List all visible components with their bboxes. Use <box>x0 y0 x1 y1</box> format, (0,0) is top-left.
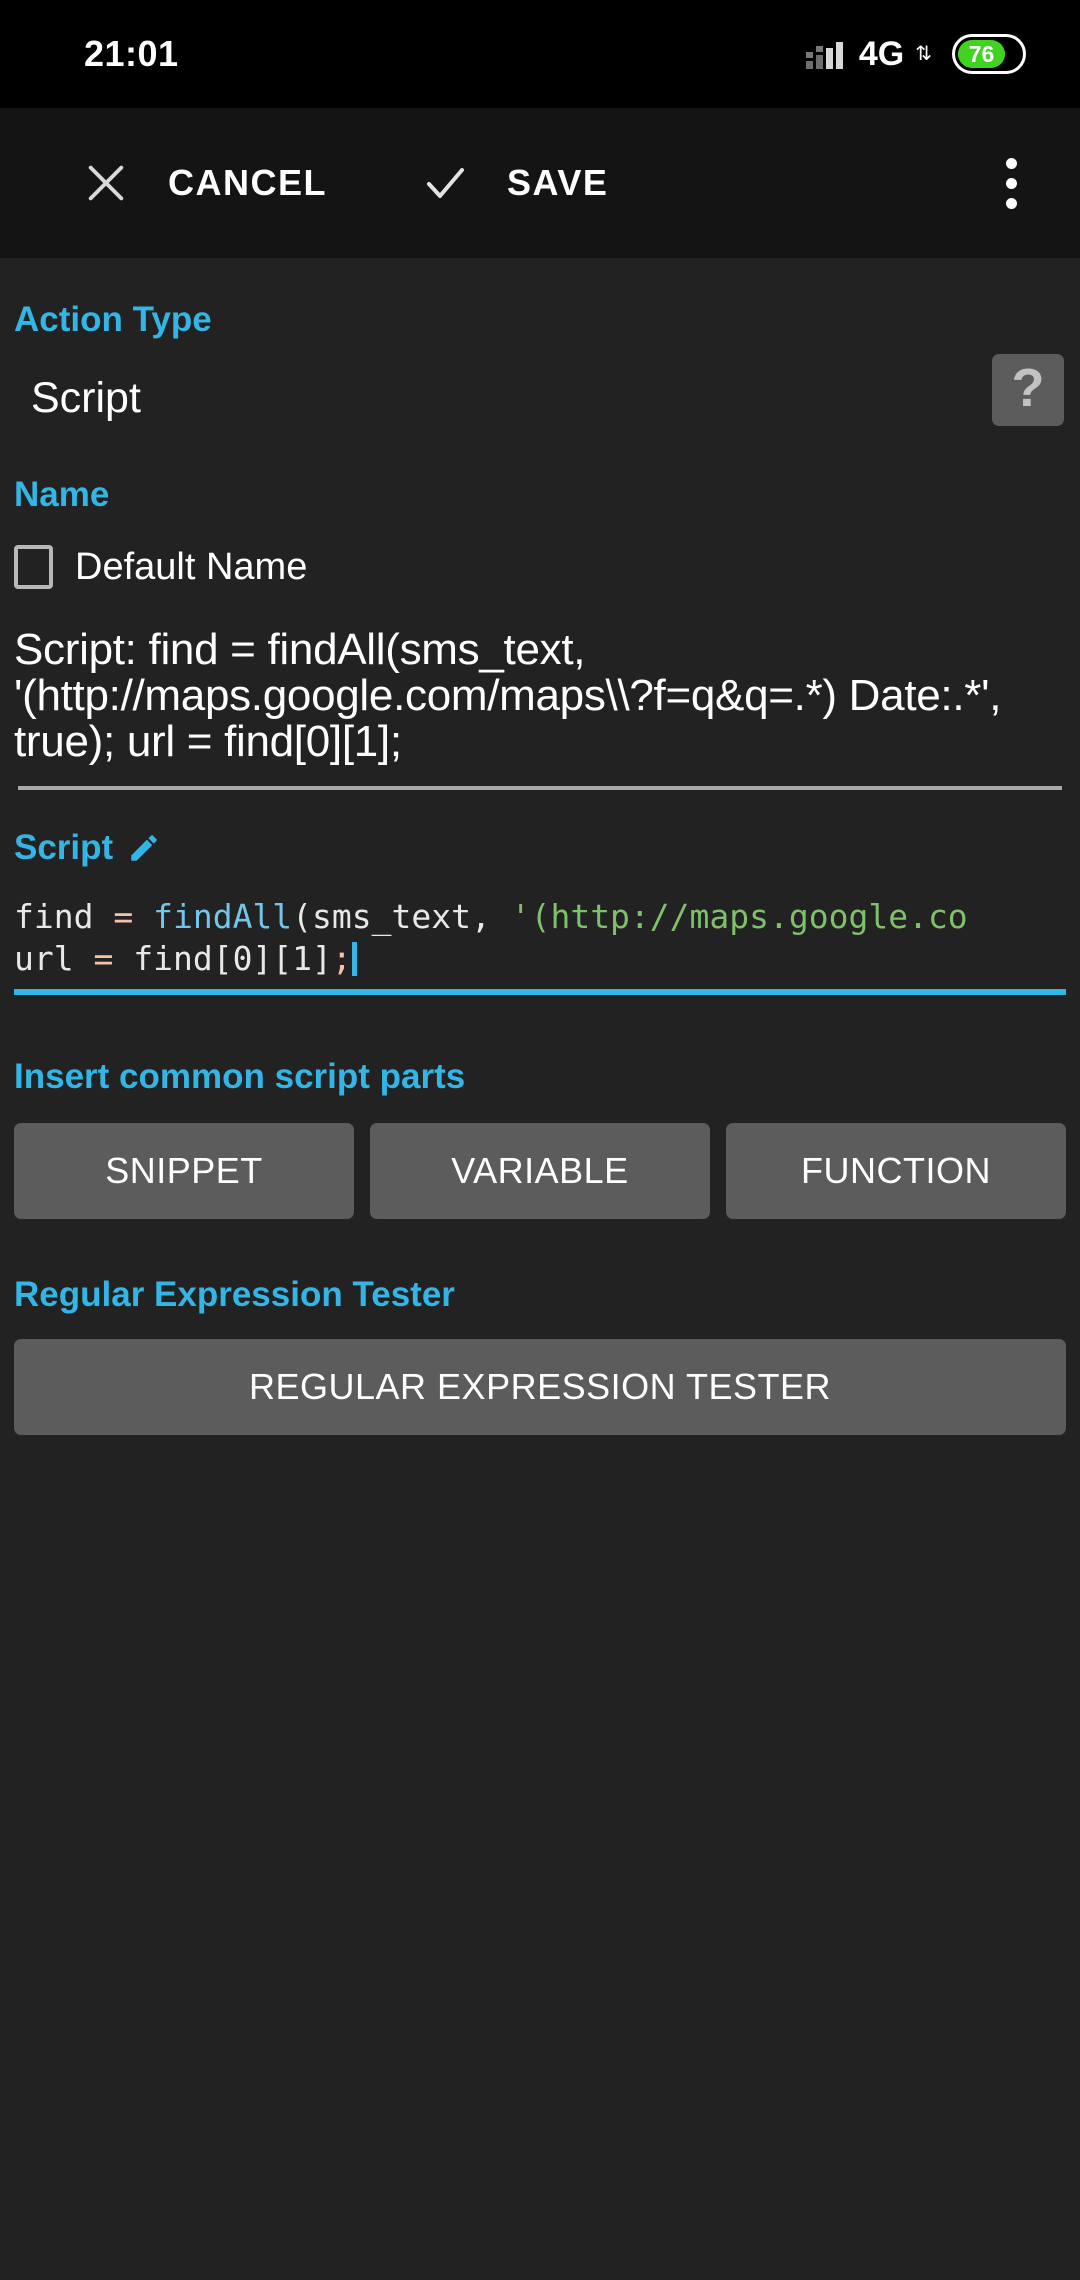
insert-parts-section: Insert common script parts SNIPPET VARIA… <box>14 1057 1066 1220</box>
action-type-value[interactable]: Script <box>14 374 1066 423</box>
code-token-equals-2: = <box>93 939 114 979</box>
status-indicators: 4G ⇅ 76 <box>805 34 1026 74</box>
script-label: Script <box>14 827 114 867</box>
code-token-equals: = <box>113 896 134 936</box>
app-toolbar: CANCEL SAVE <box>0 108 1080 258</box>
close-x-icon <box>80 157 132 209</box>
default-name-checkbox-row[interactable]: Default Name <box>14 545 1066 589</box>
code-line-1: find = findAll(sms_text, '(http://maps.g… <box>14 896 1066 939</box>
script-code-editor[interactable]: find = findAll(sms_text, '(http://maps.g… <box>14 896 1066 996</box>
code-token-index: find[0][1] <box>113 939 332 979</box>
pencil-edit-icon[interactable] <box>127 831 161 865</box>
default-name-label: Default Name <box>75 545 308 588</box>
insert-parts-buttons: SNIPPET VARIABLE FUNCTION <box>14 1123 1066 1220</box>
code-token-url: url <box>14 939 94 979</box>
text-cursor <box>351 942 357 977</box>
cancel-button[interactable]: CANCEL <box>80 157 327 209</box>
status-bar: 21:01 4G ⇅ 76 <box>0 0 1080 108</box>
code-token-string: '(http://maps.google.co <box>510 896 968 936</box>
question-mark-icon: ? <box>1011 358 1045 418</box>
name-field-divider <box>18 785 1062 790</box>
code-token-find: find <box>14 896 114 936</box>
code-token-function: findAll <box>153 896 293 936</box>
code-token-semicolon: ; <box>331 939 352 979</box>
save-button[interactable]: SAVE <box>419 157 608 209</box>
name-label: Name <box>14 475 110 514</box>
name-section: Name Default Name Script: find = findAll… <box>14 475 1066 790</box>
help-button[interactable]: ? <box>992 354 1064 426</box>
network-type-label: 4G <box>858 34 905 73</box>
action-type-label: Action Type <box>14 300 212 339</box>
app-screen: 21:01 4G ⇅ 76 CANCEL SAVE Action Type Sc… <box>0 0 1080 2280</box>
function-button[interactable]: FUNCTION <box>726 1123 1066 1220</box>
regex-tester-label: Regular Expression Tester <box>14 1275 455 1315</box>
variable-button[interactable]: VARIABLE <box>370 1123 710 1220</box>
status-time: 21:01 <box>84 33 179 74</box>
data-transfer-arrows-icon: ⇅ <box>915 43 932 65</box>
action-type-section: Action Type Script ? <box>14 258 1066 426</box>
more-vertical-icon[interactable] <box>966 138 1056 228</box>
insert-parts-label: Insert common script parts <box>14 1057 466 1097</box>
snippet-button[interactable]: SNIPPET <box>14 1123 354 1220</box>
cancel-label: CANCEL <box>168 162 327 203</box>
code-line-2: url = find[0][1]; <box>14 938 1066 981</box>
code-token-args: (sms_text, <box>292 896 511 936</box>
check-icon <box>419 157 471 209</box>
battery-level-text: 76 <box>968 40 995 67</box>
name-value-field[interactable]: Script: find = findAll(sms_text, '(http:… <box>14 626 1066 766</box>
save-label: SAVE <box>507 162 609 203</box>
battery-icon: 76 <box>952 34 1026 74</box>
settings-content: Action Type Script ? Name Default Name S… <box>0 258 1080 2280</box>
default-name-checkbox[interactable] <box>14 545 53 589</box>
regex-tester-section: Regular Expression Tester REGULAR EXPRES… <box>14 1275 1066 1436</box>
regex-tester-button[interactable]: REGULAR EXPRESSION TESTER <box>14 1339 1066 1436</box>
script-header: Script <box>14 828 1066 868</box>
signal-bars-icon <box>805 39 843 69</box>
script-section: Script find = findAll(sms_text, '(http:/… <box>14 828 1066 996</box>
